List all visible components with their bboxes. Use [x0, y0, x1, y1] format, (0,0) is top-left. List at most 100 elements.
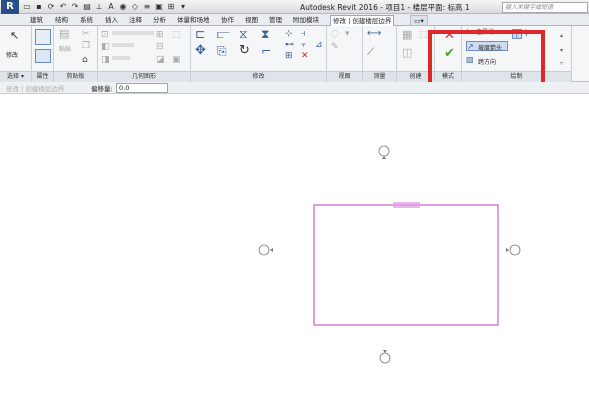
dimension-icon[interactable]: ⟋ — [367, 48, 374, 58]
trim-multiple-icon[interactable]: ⫟ — [301, 40, 306, 50]
undo-icon[interactable]: ↶ — [58, 2, 68, 12]
panel-label-view[interactable]: 视图 — [327, 71, 362, 82]
options-bar-context-label: 修改 | 创建楼层边界 — [6, 85, 65, 93]
offset-label: 偏移量: — [91, 85, 113, 93]
measure-icon[interactable]: ⟂ — [94, 2, 104, 12]
elevation-marker-south[interactable] — [379, 350, 391, 364]
split-face-icon[interactable]: ⊞ — [156, 30, 164, 40]
modify-tool-label[interactable]: 修改 — [6, 50, 18, 59]
split-element-icon[interactable]: ⊹ — [285, 29, 293, 39]
tab-annotate[interactable]: 注释 — [129, 15, 142, 26]
offset-input[interactable]: 0.0 — [116, 83, 168, 93]
tab-modify-create-floor-boundary[interactable]: 修改 | 创建楼层边界 — [330, 15, 395, 26]
paste-label: 粘贴 — [59, 46, 72, 53]
tab-collaborate[interactable]: 协作 — [221, 15, 234, 26]
move-icon[interactable]: ✥ — [195, 44, 206, 57]
title-bar: R ▭ ▪ ⟳ ↶ ↷ ▤ ⟂ A ◉ ◇ ≡ ▣ ⊞ ▾ Autodesk R… — [0, 0, 589, 14]
ribbon-tab-bar: 建筑 结构 系统 插入 注释 分析 体量和场地 协作 视图 管理 附加模块 修改… — [0, 14, 589, 26]
switch-windows-icon[interactable]: ⊞ — [166, 2, 176, 12]
tab-structure[interactable]: 结构 — [55, 15, 68, 26]
join-geometry-placeholder — [112, 56, 130, 60]
tab-view[interactable]: 视图 — [245, 15, 258, 26]
floor-plan-svg — [258, 145, 521, 364]
cope-icon[interactable]: ⊡ — [101, 30, 109, 40]
elevation-marker-east[interactable] — [506, 244, 521, 256]
copy-icon[interactable]: ❐ — [82, 41, 90, 51]
trim-extend-icon[interactable]: ⌐ — [261, 45, 271, 57]
drawing-area[interactable] — [0, 95, 589, 415]
panel-view: ◌ ▾ ✎ 视图 — [327, 26, 363, 82]
tab-massing-site[interactable]: 体量和场地 — [177, 15, 210, 26]
save-icon[interactable]: ▪ — [34, 2, 44, 12]
tab-analyze[interactable]: 分析 — [153, 15, 166, 26]
elevation-marker-west[interactable] — [258, 244, 273, 256]
floor-boundary-sketch[interactable] — [313, 204, 499, 326]
match-properties-icon[interactable]: ⌂ — [82, 55, 88, 65]
elevation-marker-north[interactable] — [378, 145, 390, 159]
override-graphics-icon[interactable]: ▾ — [345, 29, 350, 39]
thin-lines-icon[interactable]: ≡ — [142, 2, 152, 12]
create-parts-icon[interactable]: ◫ — [402, 47, 412, 58]
panel-label-geometry[interactable]: 几何图形 — [98, 71, 190, 82]
cut-icon[interactable]: ✂ — [82, 29, 90, 39]
view-3d-icon[interactable]: ◉ — [118, 2, 128, 12]
type-properties-icon[interactable] — [35, 29, 51, 45]
panel-label-modify[interactable]: 修改 — [191, 71, 326, 82]
redo-icon[interactable]: ↷ — [70, 2, 80, 12]
panel-label-properties[interactable]: 属性 — [32, 71, 53, 82]
customize-qat-icon[interactable]: ▾ — [178, 2, 188, 12]
options-bar: 修改 | 创建楼层边界 偏移量: 0.0 — [0, 82, 589, 94]
offset-icon[interactable]: ⫍ — [217, 28, 230, 40]
align-icon[interactable]: ⊏ — [195, 28, 205, 40]
print-icon[interactable]: ▤ — [82, 2, 92, 12]
panel-label-measure[interactable]: 测量 — [363, 71, 396, 82]
tab-manage[interactable]: 管理 — [269, 15, 282, 26]
measure-between-icon[interactable]: ⟷ — [367, 29, 381, 39]
linework-icon[interactable]: ✎ — [331, 42, 339, 52]
tab-addins[interactable]: 附加模块 — [293, 15, 319, 26]
create-group-icon[interactable]: ⬚ — [419, 30, 428, 40]
panel-properties: 属性 — [32, 26, 54, 82]
ribbon-toggle-icon[interactable]: ▭▾ — [410, 15, 428, 26]
panel-label-clipboard[interactable]: 剪贴板 — [54, 71, 97, 82]
cut-geometry-placeholder — [112, 43, 134, 47]
draw-expand-icon[interactable]: ▿ — [560, 59, 563, 69]
properties-icon[interactable] — [35, 49, 51, 63]
window-title: Autodesk Revit 2016 - 项目1 - 楼层平面: 标高 1 — [300, 3, 470, 12]
close-hidden-icon[interactable]: ▣ — [154, 2, 164, 12]
panel-clipboard: ▤ 粘贴 ✂ ❐ ⌂ 剪贴板 — [54, 26, 98, 82]
remove-paint-icon[interactable]: ▣ — [172, 55, 181, 65]
tab-architecture[interactable]: 建筑 — [30, 15, 43, 26]
panel-select: ↖ 修改 选择 ▾ — [0, 26, 32, 82]
paint-icon[interactable]: ◪ — [156, 55, 165, 65]
demolish-icon[interactable]: ⬚ — [172, 30, 181, 40]
trim-single-icon[interactable]: ⫞ — [301, 29, 306, 39]
mirror-axis-icon[interactable]: ⧖ — [239, 28, 247, 40]
cursor-arrow-icon[interactable]: ↖ — [10, 30, 19, 41]
mirror-draw-axis-icon[interactable]: ⧗ — [261, 28, 269, 40]
rotate-icon[interactable]: ↻ — [239, 44, 250, 57]
section-icon[interactable]: ◇ — [130, 2, 140, 12]
sync-icon[interactable]: ⟳ — [46, 2, 56, 12]
wall-joins-icon[interactable]: ⊟ — [156, 42, 164, 52]
cope-label-placeholder — [112, 31, 154, 35]
create-assembly-icon[interactable]: ▦ — [402, 29, 412, 40]
copy-element-icon[interactable]: ⎘ — [217, 45, 227, 57]
revit-logo[interactable]: R — [1, 0, 19, 14]
search-input[interactable]: 键入关键字或短语 — [502, 2, 588, 13]
tab-insert[interactable]: 插入 — [105, 15, 118, 26]
tab-systems[interactable]: 系统 — [80, 15, 93, 26]
delete-icon[interactable]: ✕ — [301, 51, 309, 61]
hide-element-icon[interactable]: ◌ — [331, 29, 339, 39]
draw-scroll-down-icon[interactable]: ▾ — [560, 46, 563, 56]
array-icon[interactable]: ⊞ — [285, 51, 293, 61]
split-gap-icon[interactable]: ⊷ — [285, 40, 294, 50]
cut-geometry-icon[interactable]: ◧ — [101, 42, 110, 52]
panel-label-select[interactable]: 选择 ▾ — [0, 71, 31, 82]
paste-icon[interactable]: ▤ — [59, 28, 69, 39]
join-geometry-icon[interactable]: ◨ — [101, 55, 110, 65]
draw-scroll-up-icon[interactable]: ▴ — [560, 31, 563, 41]
text-icon[interactable]: A — [106, 2, 116, 12]
scale-icon[interactable]: ⊿ — [315, 40, 323, 50]
open-icon[interactable]: ▭ — [22, 2, 32, 12]
